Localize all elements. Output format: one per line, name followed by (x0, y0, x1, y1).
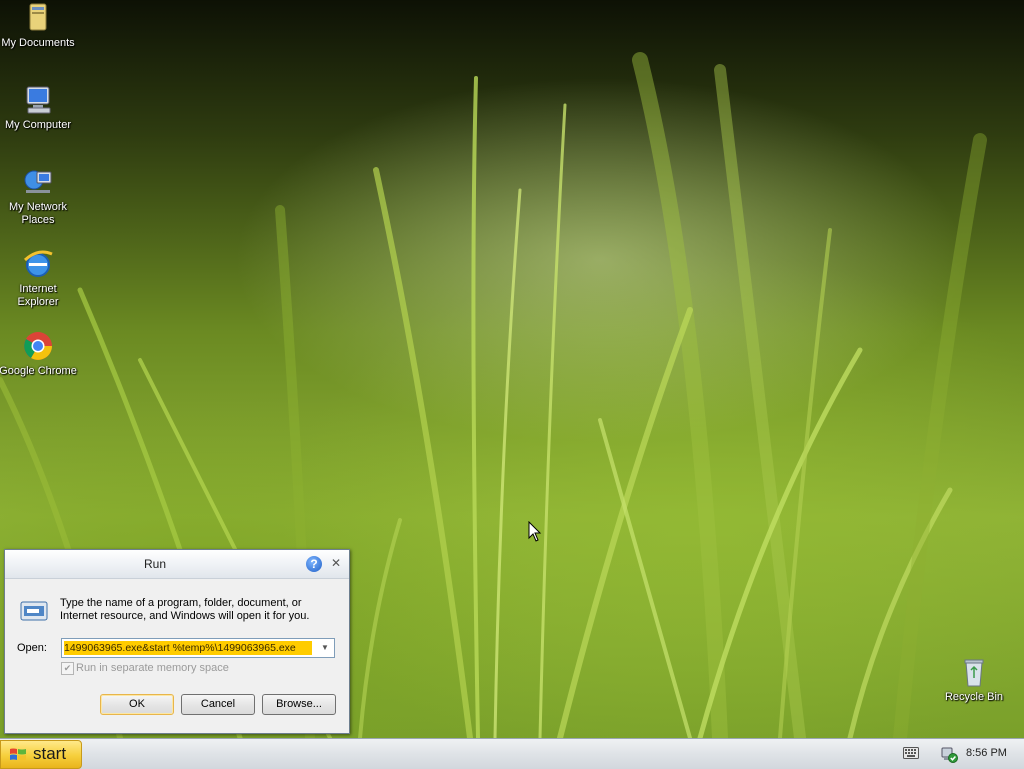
start-button[interactable]: start (0, 740, 82, 769)
desktop-icon-label: My Documents (1, 37, 75, 49)
open-combobox[interactable]: 1499063965.exe&start %temp%\1499063965.e… (61, 638, 335, 658)
help-icon[interactable]: ? (306, 556, 322, 572)
desktop-icon-label: My Network Places (8, 201, 68, 226)
taskbar: start 8:56 PM (0, 738, 1024, 769)
desktop[interactable]: My Documents My Computer My Network Plac… (0, 0, 1024, 738)
windows-logo-icon (9, 747, 27, 763)
start-label: start (33, 744, 67, 763)
desktop-icon-my-computer[interactable]: My Computer (0, 84, 78, 132)
desktop-icon-my-documents[interactable]: My Documents (0, 2, 78, 50)
desktop-icon-internet-explorer[interactable]: Internet Explorer (0, 248, 78, 309)
chrome-icon (22, 330, 54, 362)
security-shield-icon[interactable] (940, 745, 958, 763)
desktop-icon-google-chrome[interactable]: Google Chrome (0, 330, 78, 378)
browse-button[interactable]: Browse... (262, 694, 336, 715)
network-icon (22, 166, 54, 198)
open-input[interactable]: 1499063965.exe&start %temp%\1499063965.e… (64, 641, 312, 655)
desktop-icon-label: Google Chrome (0, 365, 77, 377)
open-label: Open: (17, 642, 47, 654)
clock[interactable]: 8:56 PM (966, 747, 1007, 759)
desktop-icon-recycle-bin[interactable]: Recycle Bin (934, 656, 1014, 704)
chevron-down-icon[interactable]: ▼ (318, 641, 332, 655)
dialog-title: Run (143, 557, 166, 571)
folder-documents-icon (22, 2, 54, 34)
close-icon[interactable]: ✕ (329, 556, 343, 570)
computer-icon (22, 84, 54, 116)
memory-space-checkbox: ✔ (61, 662, 74, 675)
memory-space-label: Run in separate memory space (76, 662, 229, 674)
recycle-bin-icon (958, 656, 990, 688)
desktop-icon-my-network-places[interactable]: My Network Places (0, 166, 78, 227)
dialog-description: Type the name of a program, folder, docu… (60, 597, 310, 622)
run-program-icon (19, 599, 49, 623)
run-dialog[interactable]: Run ? ✕ Type the name of a program, fold… (4, 549, 350, 734)
dialog-titlebar[interactable]: Run ? ✕ (5, 550, 349, 579)
desktop-icon-label: Recycle Bin (944, 691, 1004, 703)
keyboard-icon[interactable] (903, 747, 919, 759)
ok-button[interactable]: OK (100, 694, 174, 715)
cancel-button[interactable]: Cancel (181, 694, 255, 715)
internet-explorer-icon (22, 248, 54, 280)
mouse-cursor-icon (528, 520, 542, 546)
desktop-icon-label: My Computer (4, 119, 72, 131)
desktop-icon-label: Internet Explorer (17, 283, 59, 308)
